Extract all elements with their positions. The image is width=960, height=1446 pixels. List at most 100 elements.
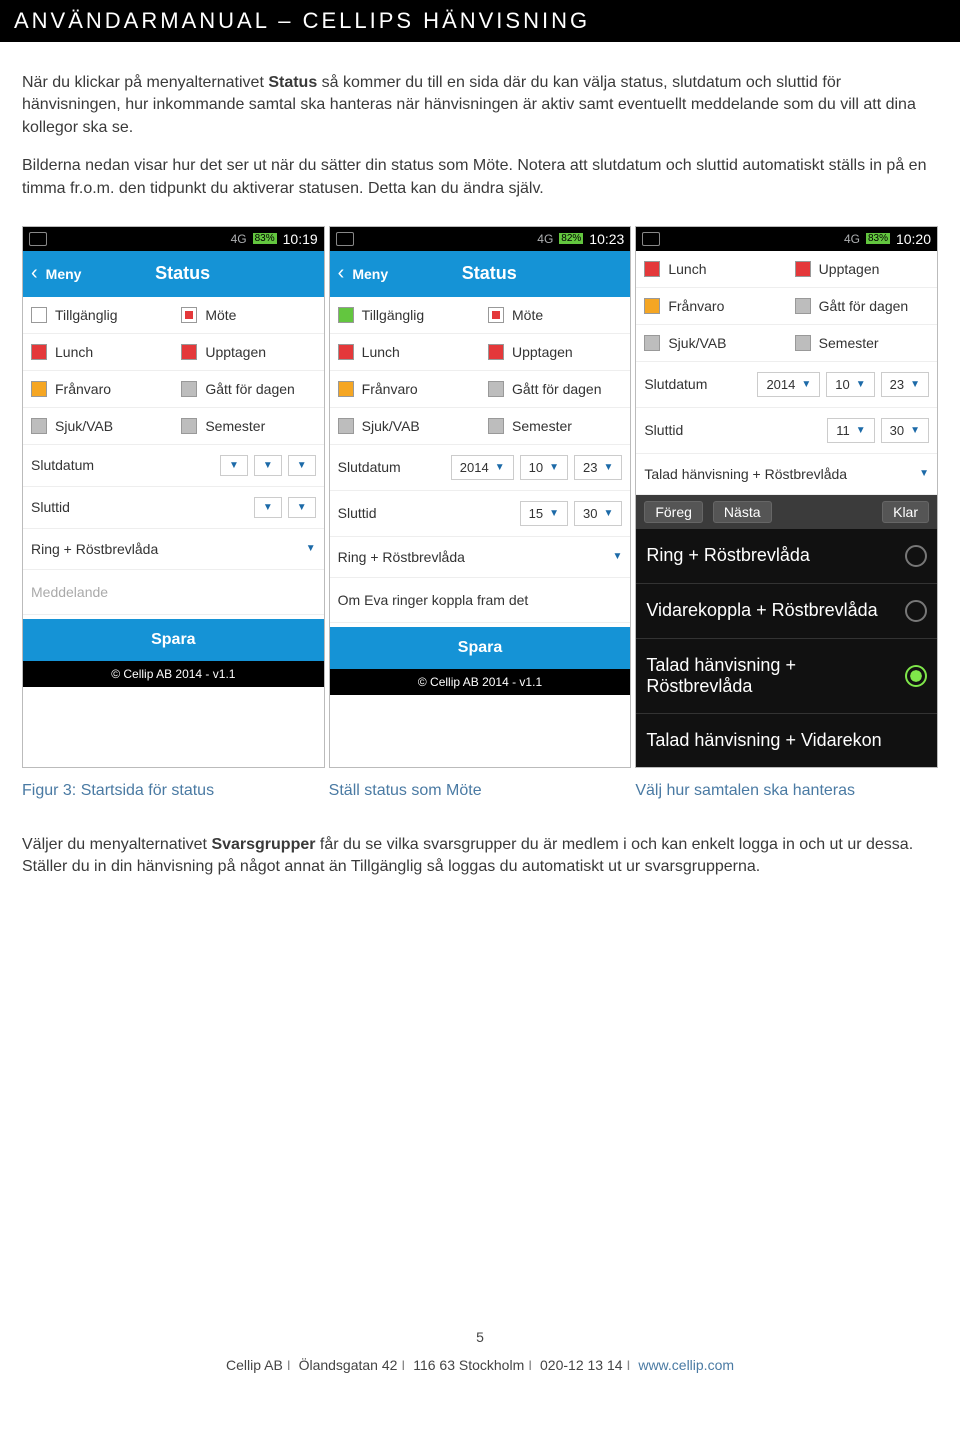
chevron-down-icon: ▼ bbox=[263, 460, 273, 471]
status-option[interactable]: Möte bbox=[173, 297, 323, 334]
slutdatum-row: Slutdatum 2014▼ 10▼ 23▼ bbox=[636, 362, 937, 408]
p3b: Svarsgrupper bbox=[211, 836, 315, 853]
status-option[interactable]: Sjuk/VAB bbox=[23, 408, 173, 445]
minute-picker[interactable]: 30▼ bbox=[574, 501, 622, 526]
footer-address: Ölandsgatan 42 bbox=[299, 1357, 398, 1373]
status-label: Gått för dagen bbox=[819, 298, 909, 314]
status-label: Sjuk/VAB bbox=[668, 335, 726, 351]
clock: 10:20 bbox=[896, 231, 931, 247]
year-value: 2014 bbox=[460, 460, 489, 475]
status-option[interactable]: Frånvaro bbox=[636, 288, 786, 325]
status-label: Upptagen bbox=[819, 261, 880, 277]
status-option[interactable]: Frånvaro bbox=[23, 371, 173, 408]
status-option[interactable]: Tillgänglig bbox=[23, 297, 173, 334]
swatch-icon bbox=[644, 335, 660, 351]
status-label: Sjuk/VAB bbox=[55, 418, 113, 434]
option-label: Talad hänvisning + Röstbrevlåda bbox=[646, 655, 905, 697]
save-button[interactable]: Spara bbox=[330, 627, 631, 669]
page-title: Status bbox=[41, 263, 323, 284]
swatch-icon bbox=[31, 344, 47, 360]
caption-1: Figur 3: Startsida för status bbox=[22, 782, 325, 800]
status-option[interactable]: Upptagen bbox=[787, 251, 937, 288]
option-label: Vidarekoppla + Röstbrevlåda bbox=[646, 600, 877, 621]
day-picker[interactable]: 23▼ bbox=[881, 372, 929, 397]
swatch-icon bbox=[644, 261, 660, 277]
swatch-icon bbox=[181, 381, 197, 397]
call-handling-value: Ring + Röstbrevlåda bbox=[31, 541, 158, 557]
intro-paragraphs: När du klickar på menyalternativet Statu… bbox=[0, 42, 960, 226]
status-option[interactable]: Upptagen bbox=[480, 334, 630, 371]
option-row[interactable]: Talad hänvisning + Vidarekon bbox=[636, 714, 937, 767]
call-handling-select[interactable]: Ring + Röstbrevlåda▼ bbox=[330, 537, 631, 578]
status-label: Gått för dagen bbox=[205, 381, 295, 397]
month-picker[interactable]: ▼ bbox=[254, 455, 282, 476]
footer-tel: 020-12 13 14 bbox=[540, 1357, 623, 1373]
chevron-down-icon: ▼ bbox=[910, 379, 920, 390]
done-button[interactable]: Klar bbox=[882, 501, 929, 523]
year-picker[interactable]: 2014▼ bbox=[757, 372, 820, 397]
call-handling-select[interactable]: Talad hänvisning + Röstbrevlåda▼ bbox=[636, 454, 937, 495]
photo-icon bbox=[336, 232, 354, 246]
radio-icon bbox=[905, 545, 927, 567]
status-label: Möte bbox=[205, 307, 236, 323]
minute-picker[interactable]: ▼ bbox=[288, 497, 316, 518]
page-number: 5 bbox=[10, 1329, 950, 1345]
status-option[interactable]: Lunch bbox=[23, 334, 173, 371]
status-option[interactable]: Gått för dagen bbox=[480, 371, 630, 408]
option-row[interactable]: Talad hänvisning + Röstbrevlåda bbox=[636, 639, 937, 714]
swatch-icon bbox=[338, 381, 354, 397]
status-option[interactable]: Semester bbox=[480, 408, 630, 445]
slutdatum-row: Slutdatum 2014▼ 10▼ 23▼ bbox=[330, 445, 631, 491]
status-option[interactable]: Sjuk/VAB bbox=[636, 325, 786, 362]
status-label: Semester bbox=[819, 335, 879, 351]
month-picker[interactable]: 10 ▼ bbox=[826, 372, 874, 397]
chevron-down-icon: ▼ bbox=[306, 543, 316, 554]
message-input[interactable]: Om Eva ringer koppla fram det bbox=[330, 578, 631, 623]
save-button[interactable]: Spara bbox=[23, 619, 324, 661]
chevron-down-icon: ▼ bbox=[856, 379, 866, 390]
status-option[interactable]: Möte bbox=[480, 297, 630, 334]
status-option[interactable]: Frånvaro bbox=[330, 371, 480, 408]
status-option[interactable]: Semester bbox=[173, 408, 323, 445]
prev-button[interactable]: Föreg bbox=[644, 501, 703, 523]
status-option[interactable]: Lunch bbox=[330, 334, 480, 371]
status-option[interactable]: Sjuk/VAB bbox=[330, 408, 480, 445]
status-option[interactable]: Semester bbox=[787, 325, 937, 362]
hour-picker[interactable]: ▼ bbox=[254, 497, 282, 518]
year-picker[interactable]: 2014▼ bbox=[451, 455, 514, 480]
sluttid-row: Sluttid 11▼ 30▼ bbox=[636, 408, 937, 454]
footer-url[interactable]: www.cellip.com bbox=[638, 1357, 734, 1373]
status-option[interactable]: Tillgänglig bbox=[330, 297, 480, 334]
android-statusbar: 4G 83% 10:19 bbox=[23, 227, 324, 251]
status-option[interactable]: Gått för dagen bbox=[173, 371, 323, 408]
battery-level: 83% bbox=[866, 233, 890, 244]
option-row[interactable]: Vidarekoppla + Röstbrevlåda bbox=[636, 584, 937, 639]
android-statusbar: 4G 82% 10:23 bbox=[330, 227, 631, 251]
month-value: 10 bbox=[835, 377, 849, 392]
chevron-down-icon: ▼ bbox=[263, 502, 273, 513]
clock: 10:19 bbox=[283, 231, 318, 247]
nav-header: ‹ Meny Status bbox=[23, 251, 324, 297]
year-picker[interactable]: ▼ bbox=[220, 455, 248, 476]
hour-picker[interactable]: 15▼ bbox=[520, 501, 568, 526]
status-label: Lunch bbox=[362, 344, 400, 360]
chevron-down-icon: ▼ bbox=[612, 551, 622, 562]
p2: Bilderna nedan visar hur det ser ut när … bbox=[22, 155, 938, 200]
call-handling-select[interactable]: Ring + Röstbrevlåda ▼ bbox=[23, 529, 324, 570]
status-option[interactable]: Gått för dagen bbox=[787, 288, 937, 325]
options-list: Ring + Röstbrevlåda Vidarekoppla + Röstb… bbox=[636, 529, 937, 767]
day-picker[interactable]: ▼ bbox=[288, 455, 316, 476]
footer-postal: 116 63 Stockholm bbox=[413, 1357, 524, 1373]
month-picker[interactable]: 10▼ bbox=[520, 455, 568, 480]
message-input[interactable]: Meddelande bbox=[23, 570, 324, 615]
next-button[interactable]: Nästa bbox=[713, 501, 772, 523]
network-icon: 4G bbox=[231, 232, 247, 246]
option-row[interactable]: Ring + Röstbrevlåda bbox=[636, 529, 937, 584]
hour-picker[interactable]: 11▼ bbox=[827, 418, 874, 443]
status-option[interactable]: Lunch bbox=[636, 251, 786, 288]
status-option[interactable]: Upptagen bbox=[173, 334, 323, 371]
year-value: 2014 bbox=[766, 377, 795, 392]
day-picker[interactable]: 23▼ bbox=[574, 455, 622, 480]
page-title: Status bbox=[348, 263, 630, 284]
minute-picker[interactable]: 30▼ bbox=[881, 418, 929, 443]
